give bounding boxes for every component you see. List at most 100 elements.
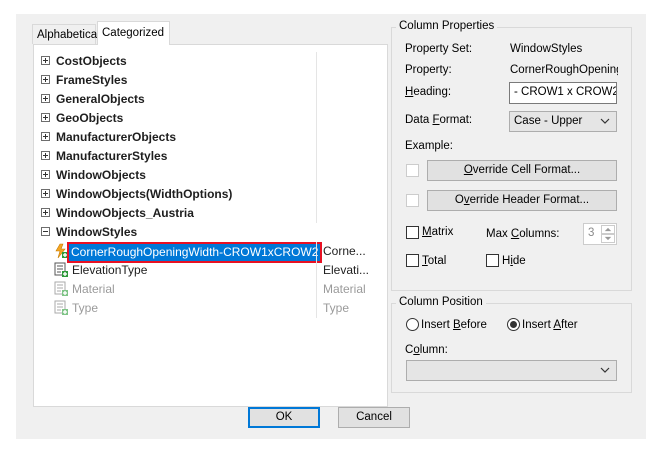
tree-category-windowobjects[interactable]: WindowObjects (34, 166, 387, 185)
category-label: ManufacturerObjects (56, 130, 177, 144)
total-checkbox[interactable] (406, 254, 419, 267)
category-label: FrameStyles (56, 73, 128, 87)
arrow-down-icon (604, 236, 612, 241)
insert-after-label: Insert After (522, 319, 578, 331)
override-header-format-button[interactable]: Override Header Format... (427, 190, 617, 211)
column-label: Column: (405, 344, 448, 356)
expand-icon[interactable] (41, 208, 50, 217)
property-value: Elevati... (323, 263, 370, 277)
property-label: Material (72, 282, 115, 296)
property-icon (54, 262, 68, 277)
property-label-selected[interactable]: CornerRoughOpeningWidth-CROW1xCROW2 (67, 242, 323, 263)
column-divider (316, 128, 317, 147)
property-value: Corne... (323, 244, 366, 258)
column-divider (316, 261, 317, 280)
column-select[interactable] (406, 360, 617, 381)
tree-property-cornerroughopeningwidth[interactable]: CornerRoughOpeningWidth-CROW1xCROW2 Corn… (34, 242, 387, 263)
data-format-label: Data Format: (405, 114, 473, 126)
column-divider (316, 109, 317, 128)
category-label: ManufacturerStyles (56, 149, 168, 163)
expand-icon[interactable] (41, 94, 50, 103)
heading-input[interactable]: - CROW1 x CROW2 (509, 82, 617, 104)
data-format-select[interactable]: Case - Upper (509, 111, 617, 132)
spin-up-button[interactable] (601, 225, 615, 234)
tree-category-generalobjects[interactable]: GeneralObjects (34, 90, 387, 109)
property-value: CornerRoughOpening\ (510, 64, 618, 76)
insert-before-radio[interactable] (406, 318, 419, 331)
insert-after-radio[interactable] (507, 318, 520, 331)
tree-category-windowstyles[interactable]: WindowStyles (34, 223, 387, 242)
tree-category-framestyles[interactable]: FrameStyles (34, 71, 387, 90)
insert-before-label: Insert Before (421, 319, 487, 331)
column-divider (316, 166, 317, 185)
property-set-label: Property Set: (405, 43, 473, 55)
expand-icon[interactable] (41, 56, 50, 65)
property-value: Type (323, 301, 350, 315)
column-divider (316, 90, 317, 109)
column-properties-title: Column Properties (396, 20, 498, 32)
hide-checkbox[interactable] (486, 254, 499, 267)
column-divider (316, 147, 317, 166)
expand-icon[interactable] (41, 113, 50, 122)
category-label: CostObjects (56, 54, 127, 68)
max-columns-value: 3 (588, 227, 595, 239)
ok-button[interactable]: OK (248, 407, 320, 428)
total-label: Total (422, 255, 447, 267)
property-label: Property: (405, 64, 452, 76)
category-label: WindowObjects(WidthOptions) (56, 187, 233, 201)
tree-category-manufacturerobjects[interactable]: ManufacturerObjects (34, 128, 387, 147)
category-label: GeoObjects (56, 111, 124, 125)
column-divider (316, 52, 317, 71)
property-label: ElevationType (72, 263, 148, 277)
column-divider (316, 185, 317, 204)
tree-category-manufacturerstyles[interactable]: ManufacturerStyles (34, 147, 387, 166)
max-columns-spinner[interactable]: 3 (583, 223, 617, 245)
tab-categorized[interactable]: Categorized (97, 21, 170, 45)
column-position-title: Column Position (396, 296, 486, 308)
tab-alphabetical[interactable]: Alphabetical (32, 24, 100, 44)
spin-down-button[interactable] (601, 234, 615, 243)
max-columns-label: Max Columns: (486, 228, 560, 240)
tree-category-geoobjects[interactable]: GeoObjects (34, 109, 387, 128)
property-label: Type (72, 301, 99, 315)
chevron-down-icon (600, 118, 610, 124)
expand-icon[interactable] (41, 132, 50, 141)
heading-label: Heading: (405, 86, 452, 98)
column-divider (316, 280, 317, 299)
tree-property-type[interactable]: Type Type (34, 299, 387, 318)
expand-icon[interactable] (41, 170, 50, 179)
tree-property-elevationtype[interactable]: ElevationType Elevati... (34, 261, 387, 280)
category-label: WindowStyles (56, 225, 138, 239)
expand-icon[interactable] (41, 189, 50, 198)
category-label: GeneralObjects (56, 92, 145, 106)
collapse-icon[interactable] (41, 227, 50, 236)
cell-format-example-swatch (406, 164, 419, 177)
header-format-example-swatch (406, 194, 419, 207)
override-cell-format-button[interactable]: Override Cell Format... (427, 160, 617, 181)
tree-category-costobjects[interactable]: CostObjects (34, 52, 387, 71)
tree-category-windowobjects-austria[interactable]: WindowObjects_Austria (34, 204, 387, 223)
tree-property-material[interactable]: Material Material (34, 280, 387, 299)
example-label: Example: (405, 140, 453, 152)
matrix-checkbox[interactable] (406, 226, 419, 239)
data-format-value: Case - Upper (514, 115, 583, 127)
category-label: WindowObjects (56, 168, 146, 182)
property-icon (54, 300, 68, 315)
category-label: WindowObjects_Austria (56, 206, 194, 220)
property-set-value: WindowStyles (510, 43, 583, 55)
expand-icon[interactable] (41, 151, 50, 160)
hide-label: Hide (502, 255, 526, 267)
property-tree[interactable]: CostObjects FrameStyles GeneralObjects G… (33, 44, 388, 407)
cancel-button[interactable]: Cancel (338, 407, 410, 428)
arrow-up-icon (604, 227, 612, 232)
expand-icon[interactable] (41, 75, 50, 84)
column-divider (316, 71, 317, 90)
tree-category-windowobjects-widthoptions[interactable]: WindowObjects(WidthOptions) (34, 185, 387, 204)
property-icon (54, 281, 68, 296)
dialog: Alphabetical Categorized CostObjects Fra… (16, 14, 646, 439)
column-divider (316, 204, 317, 223)
matrix-label: Matrix (422, 226, 454, 238)
chevron-down-icon (600, 367, 610, 373)
column-divider (316, 299, 317, 318)
formula-property-icon (55, 243, 68, 259)
